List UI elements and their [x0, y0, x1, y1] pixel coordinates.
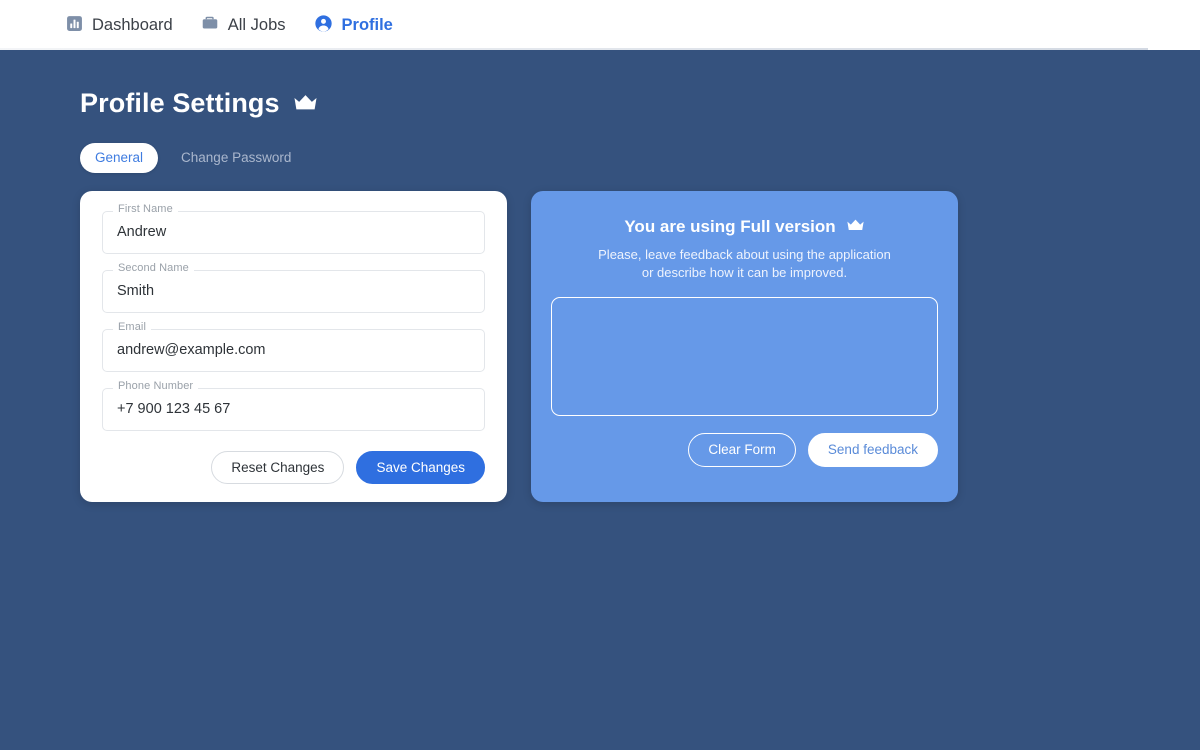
phone-number-label: Phone Number [113, 380, 199, 392]
nav-item-label: All Jobs [227, 15, 286, 34]
feedback-card: You are using Full version Please, leave… [531, 190, 958, 502]
first-name-value: Andrew [117, 223, 167, 240]
crown-icon [846, 217, 865, 237]
feedback-textarea[interactable] [551, 297, 938, 417]
tab-general[interactable]: General [80, 143, 159, 173]
feedback-title: You are using Full version [551, 217, 938, 237]
email-label: Email [113, 321, 152, 333]
phone-number-value: +7 900 123 45 67 [117, 400, 231, 417]
feedback-subtitle-line1: Please, leave feedback about using the a… [598, 246, 891, 262]
nav-item-label: Dashboard [92, 15, 173, 34]
briefcase-icon [201, 14, 219, 36]
field-phone-number: +7 900 123 45 67 Phone Number [102, 380, 485, 431]
settings-tabs: General Change Password [80, 143, 1200, 173]
first-name-label: First Name [113, 203, 178, 215]
bar-chart-icon [66, 15, 83, 36]
second-name-input[interactable]: Smith [102, 269, 485, 313]
save-changes-button[interactable]: Save Changes [356, 450, 485, 484]
send-feedback-button[interactable]: Send feedback [807, 433, 938, 467]
reset-changes-button[interactable]: Reset Changes [211, 450, 345, 484]
nav-item-profile[interactable]: Profile [314, 14, 393, 37]
page-title-text: Profile Settings [80, 88, 280, 118]
tab-change-password[interactable]: Change Password [166, 143, 306, 173]
clear-form-button[interactable]: Clear Form [688, 433, 796, 467]
account-circle-icon [314, 14, 333, 37]
field-second-name: Smith Second Name [102, 262, 485, 313]
email-value: andrew@example.com [117, 341, 266, 358]
nav-item-label: Profile [341, 15, 393, 34]
field-first-name: Andrew First Name [102, 203, 485, 254]
phone-number-input[interactable]: +7 900 123 45 67 [102, 387, 485, 431]
page-title: Profile Settings [80, 88, 1200, 119]
second-name-label: Second Name [113, 262, 194, 274]
nav-item-all-jobs[interactable]: All Jobs [201, 14, 286, 36]
profile-settings-page: Profile Settings General Change Password… [0, 50, 1200, 502]
top-navbar: Dashboard All Jobs Profile [0, 0, 1200, 50]
feedback-title-text: You are using Full version [624, 216, 836, 236]
feedback-subtitle-line2: or describe how it can be improved. [641, 265, 848, 281]
crown-icon [293, 88, 318, 119]
first-name-input[interactable]: Andrew [102, 210, 485, 254]
form-actions: Reset Changes Save Changes [102, 450, 485, 484]
field-email: andrew@example.com Email [102, 321, 485, 372]
settings-cards: Andrew First Name Smith Second Name andr… [80, 190, 1200, 502]
feedback-actions: Clear Form Send feedback [551, 433, 938, 467]
nav-item-dashboard[interactable]: Dashboard [66, 15, 173, 36]
email-input[interactable]: andrew@example.com [102, 328, 485, 372]
general-settings-card: Andrew First Name Smith Second Name andr… [80, 190, 507, 502]
second-name-value: Smith [117, 282, 155, 299]
feedback-subtitle: Please, leave feedback about using the a… [551, 246, 938, 284]
